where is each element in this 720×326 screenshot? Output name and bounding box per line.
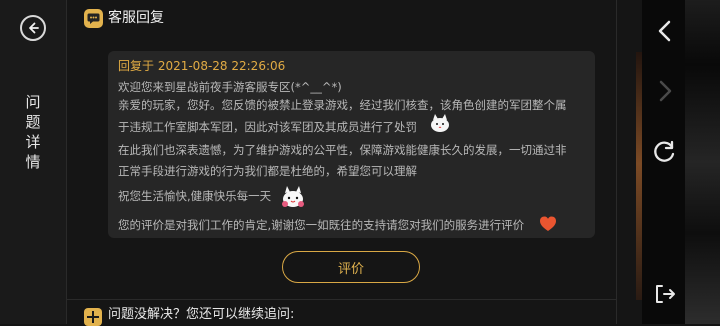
add-question-icon (84, 308, 102, 326)
chat-icon (84, 9, 103, 28)
page-title-char: 情 (25, 153, 41, 171)
chevron-right-icon[interactable] (652, 78, 678, 104)
heart-icon (539, 215, 557, 233)
content-divider-left (66, 0, 67, 324)
back-button[interactable] (20, 15, 46, 41)
reply-line: 您的评价是对我们工作的肯定,谢谢您一如既往的支持请您对我们的服务进行评价 (118, 218, 525, 232)
reply-line: 在此我们也深表遗憾，为了维护游戏的公平性，保障游戏能健康长久的发展，一切通过非 (118, 143, 567, 157)
rate-button[interactable]: 评价 (282, 251, 420, 283)
chevron-left-icon[interactable] (652, 18, 678, 44)
followup-prompt: 问题没解决？您还可以继续追问: (108, 307, 295, 322)
cat-emoji-icon (279, 184, 304, 207)
reply-line: 祝您生活愉快,健康快乐每一天 (118, 189, 272, 203)
page-title: 问 题 详 情 (24, 92, 42, 172)
reply-time: 回复于 2021-08-28 22:26:06 (118, 59, 286, 73)
page-title-char: 详 (25, 133, 41, 151)
page-title-char: 题 (25, 113, 41, 131)
reply-line: 正常手段进行游戏的行为我们都是杜绝的，希望您可以理解 (118, 164, 417, 178)
reply-line: 欢迎您来到星战前夜手游客服专区(*^__^*) (118, 80, 342, 94)
reply-line: 于违规工作室脚本军团，因此对该军团及其成员进行了处罚 (118, 120, 417, 134)
refresh-icon[interactable] (652, 139, 678, 165)
reply-card: 回复于 2021-08-28 22:26:06 欢迎您来到星战前夜手游客服专区(… (108, 51, 595, 238)
exit-icon[interactable] (652, 281, 678, 307)
game-background-panel (685, 0, 720, 324)
back-icon (29, 22, 39, 34)
content-divider-right (616, 0, 617, 324)
page-title-char: 问 (25, 93, 41, 111)
reply-line: 亲爱的玩家，您好。您反馈的被禁止登录游戏，经过我们核查，该角色创建的军团整个属 (118, 98, 567, 112)
section-divider (66, 299, 616, 300)
cat-emoji-icon (429, 113, 451, 133)
section-title: 客服回复 (108, 10, 164, 26)
